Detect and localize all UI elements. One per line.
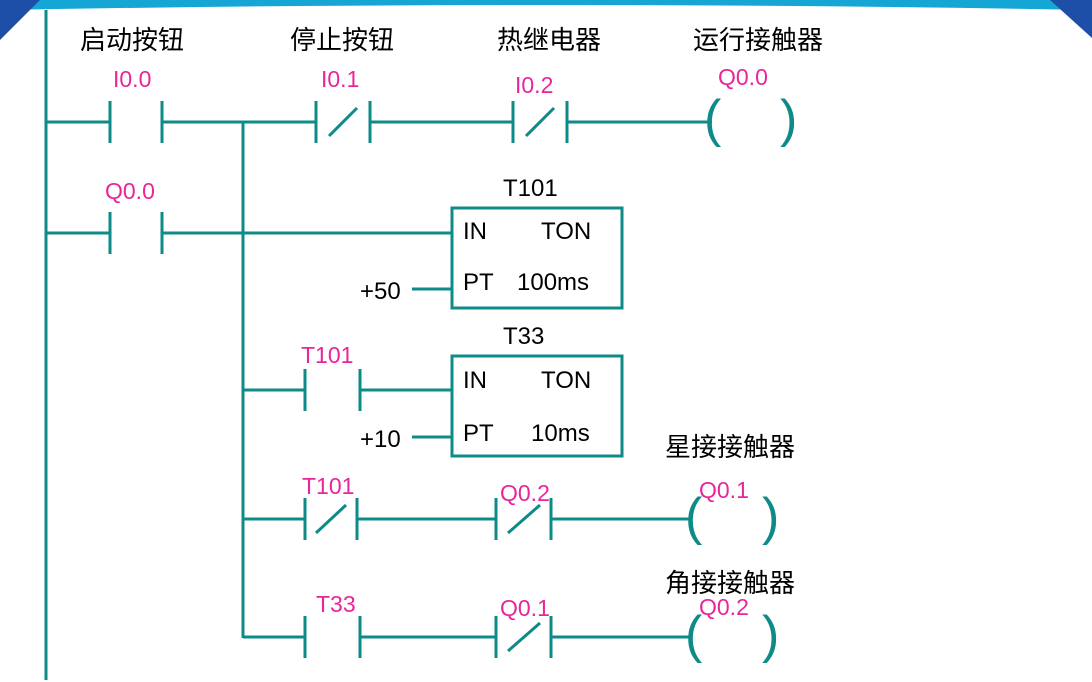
address-i02: I0.2 bbox=[515, 72, 554, 98]
label-run-contactor: 运行接触器 bbox=[693, 26, 824, 56]
coil-q02-open: ( bbox=[685, 606, 703, 664]
contact-t101-nc bbox=[303, 498, 359, 540]
contact-stop-nc bbox=[314, 101, 372, 143]
label-star-contactor: 星接接触器 bbox=[665, 433, 796, 463]
coil-q02-close: ) bbox=[762, 606, 780, 664]
label-stop-button: 停止按钮 bbox=[290, 26, 395, 56]
ladder-diagram: 启动按钮 停止按钮 热继电器 运行接触器 I0.0 I0.1 I0.2 Q0.0… bbox=[0, 0, 1092, 682]
top-banner-right bbox=[1050, 0, 1092, 38]
timer-t101-preset: +50 bbox=[360, 278, 401, 305]
address-q01-nc: Q0.1 bbox=[500, 595, 550, 621]
timer-t101-type: TON bbox=[541, 218, 592, 245]
top-banner-left bbox=[0, 0, 40, 40]
address-t101-contact: T101 bbox=[301, 342, 354, 368]
address-q00-contact: Q0.0 bbox=[105, 178, 155, 204]
timer-t33-name: T33 bbox=[503, 323, 545, 350]
coil-q00-close: ) bbox=[780, 90, 798, 148]
coil-q01-open: ( bbox=[685, 488, 703, 546]
timer-t101-base: 100ms bbox=[517, 269, 590, 296]
timer-t33-preset: +10 bbox=[360, 426, 401, 453]
address-q02-coil: Q0.2 bbox=[699, 594, 749, 620]
address-i01: I0.1 bbox=[321, 66, 360, 92]
timer-t33-pt: PT bbox=[463, 420, 494, 447]
timer-t33-in: IN bbox=[463, 367, 487, 394]
address-q01-coil: Q0.1 bbox=[699, 477, 749, 503]
timer-t33-base: 10ms bbox=[531, 420, 590, 447]
address-q02-nc: Q0.2 bbox=[500, 480, 550, 506]
top-banner bbox=[0, 0, 1092, 10]
address-q00-coil: Q0.0 bbox=[718, 64, 768, 90]
contact-thermal-nc bbox=[511, 101, 569, 143]
contact-q01-nc bbox=[494, 616, 553, 658]
label-thermal-relay: 热继电器 bbox=[497, 26, 602, 56]
coil-q00-open: ( bbox=[704, 90, 722, 148]
timer-t101-in: IN bbox=[463, 218, 487, 245]
label-start-button: 启动按钮 bbox=[80, 26, 185, 56]
ladder-wiring bbox=[0, 0, 1092, 680]
timer-t101-pt: PT bbox=[463, 269, 494, 296]
coil-q01-close: ) bbox=[762, 488, 780, 546]
timer-t33-type: TON bbox=[541, 367, 592, 394]
address-i00: I0.0 bbox=[113, 66, 152, 92]
address-t33-contact: T33 bbox=[316, 591, 356, 617]
timer-t101-name: T101 bbox=[503, 175, 558, 202]
address-t101-nc: T101 bbox=[302, 473, 355, 499]
